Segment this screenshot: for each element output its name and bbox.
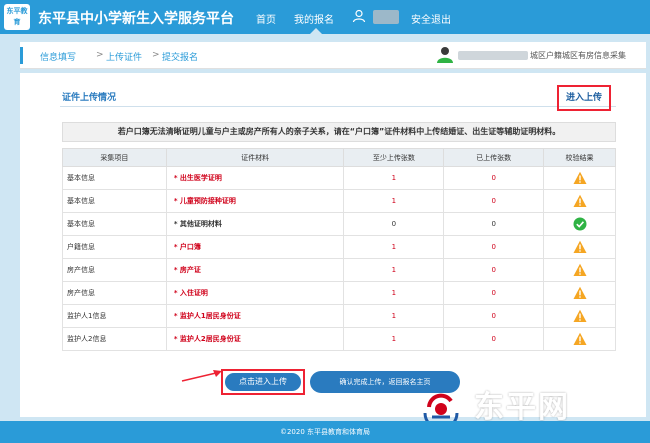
row-min-count: 1 <box>343 327 445 351</box>
row-min-count: 1 <box>343 166 445 190</box>
row-material: * 入住证明 <box>165 281 345 305</box>
nav-home[interactable]: 首页 <box>256 11 276 26</box>
column-header: 至少上传张数 <box>343 148 445 167</box>
row-material: * 户口簿 <box>165 235 345 259</box>
row-status <box>543 166 616 190</box>
main-panel: 证件上传情况 进入上传 若户口簿无法清晰证明儿童与户主或房产所有人的亲子关系，请… <box>20 73 646 417</box>
avatar-icon <box>437 47 453 63</box>
table-body: 基本信息 * 出生医学证明 1 0 基本信息 * 儿童预防接种证明 1 0 基本信息 * 其他证明… <box>62 166 616 351</box>
row-material: * 监护人2居民身份证 <box>165 327 345 351</box>
row-uploaded-count: 0 <box>443 189 545 213</box>
column-header: 采集项目 <box>62 148 167 167</box>
row-category: 监护人2信息 <box>62 327 167 351</box>
warning-icon <box>573 194 587 207</box>
row-status <box>543 281 616 305</box>
column-header: 已上传张数 <box>443 148 545 167</box>
row-status <box>543 212 616 236</box>
document-table: 采集项目 证件材料 至少上传张数 已上传张数 校验结果 基本信息 * 出生医学证明… <box>62 148 616 351</box>
warning-icon <box>573 286 587 299</box>
table-row: 基本信息 * 儿童预防接种证明 1 0 <box>62 189 616 213</box>
warning-icon <box>573 263 587 276</box>
row-uploaded-count: 0 <box>443 327 545 351</box>
row-material: * 其他证明材料 <box>165 212 345 236</box>
warning-icon <box>573 332 587 345</box>
breadcrumb-step-upload[interactable]: 上传证件 <box>106 50 142 63</box>
breadcrumb-separator: > <box>96 50 104 60</box>
row-material: * 儿童预防接种证明 <box>165 189 345 213</box>
row-uploaded-count: 0 <box>443 166 545 190</box>
row-min-count: 0 <box>343 212 445 236</box>
warning-icon <box>573 171 587 184</box>
breadcrumb-step-submit[interactable]: 提交报名 <box>162 50 198 63</box>
click-to-upload-button[interactable]: 点击进入上传 <box>225 373 301 391</box>
table-row: 基本信息 * 其他证明材料 0 0 <box>62 212 616 236</box>
column-header: 证件材料 <box>165 148 345 167</box>
breadcrumb-step-info[interactable]: 信息填写 <box>40 50 76 63</box>
section-divider <box>60 106 616 107</box>
row-category: 房产信息 <box>62 258 167 282</box>
warning-icon <box>573 309 587 322</box>
watermark-text: 东平网 <box>474 390 570 425</box>
row-category: 房产信息 <box>62 281 167 305</box>
breadcrumb-accent <box>20 47 23 64</box>
user-name-redacted <box>373 10 399 24</box>
footer: ©2020 东平县教育和体育局 <box>0 421 650 443</box>
table-row: 户籍信息 * 户口簿 1 0 <box>62 235 616 259</box>
warning-icon <box>573 240 587 253</box>
site-logo: 东平教育 <box>4 4 30 30</box>
row-min-count: 1 <box>343 235 445 259</box>
row-material: * 出生医学证明 <box>165 166 345 190</box>
active-nav-caret <box>310 28 322 34</box>
row-material: * 监护人1居民身份证 <box>165 304 345 328</box>
upload-button-highlight: 点击进入上传 <box>221 369 305 395</box>
row-uploaded-count: 0 <box>443 304 545 328</box>
row-uploaded-count: 0 <box>443 235 545 259</box>
row-status <box>543 304 616 328</box>
nav-my-registration[interactable]: 我的报名 <box>294 11 334 26</box>
row-status <box>543 235 616 259</box>
row-min-count: 1 <box>343 189 445 213</box>
logout-link[interactable]: 安全退出 <box>411 11 451 26</box>
row-status <box>543 258 616 282</box>
notice-banner: 若户口簿无法清晰证明儿童与户主或房产所有人的亲子关系，请在“户口簿”证件材料中上… <box>62 122 616 142</box>
row-uploaded-count: 0 <box>443 212 545 236</box>
check-icon <box>573 217 587 231</box>
site-title: 东平县中小学新生入学服务平台 <box>38 11 234 27</box>
table-row: 监护人1信息 * 监护人1居民身份证 1 0 <box>62 304 616 328</box>
breadcrumb: 信息填写 > 上传证件 > 提交报名 城区户籍城区有房信息采集 <box>20 42 646 69</box>
section-title: 证件上传情况 <box>62 93 117 103</box>
row-min-count: 1 <box>343 281 445 305</box>
registration-type: 城区户籍城区有房信息采集 <box>530 51 626 60</box>
table-row: 房产信息 * 房产证 1 0 <box>62 258 616 282</box>
row-min-count: 1 <box>343 304 445 328</box>
row-category: 基本信息 <box>62 212 167 236</box>
table-row: 监护人2信息 * 监护人2居民身份证 1 0 <box>62 327 616 351</box>
red-arrow-annotation <box>181 370 222 382</box>
row-uploaded-count: 0 <box>443 281 545 305</box>
row-material: * 房产证 <box>165 258 345 282</box>
enter-upload-link[interactable]: 进入上传 <box>557 85 611 111</box>
breadcrumb-separator: > <box>152 50 160 60</box>
user-icon <box>352 9 366 23</box>
top-bar: 东平教育 东平县中小学新生入学服务平台 首页 我的报名 安全退出 <box>0 0 650 34</box>
row-category: 基本信息 <box>62 166 167 190</box>
row-status <box>543 327 616 351</box>
table-row: 房产信息 * 入住证明 1 0 <box>62 281 616 305</box>
row-category: 户籍信息 <box>62 235 167 259</box>
row-category: 基本信息 <box>62 189 167 213</box>
row-min-count: 1 <box>343 258 445 282</box>
table-header-row: 采集项目 证件材料 至少上传张数 已上传张数 校验结果 <box>62 148 616 167</box>
table-row: 基本信息 * 出生医学证明 1 0 <box>62 166 616 190</box>
user-info-redacted <box>458 51 528 60</box>
row-status <box>543 189 616 213</box>
column-header: 校验结果 <box>543 148 616 167</box>
row-category: 监护人1信息 <box>62 304 167 328</box>
row-uploaded-count: 0 <box>443 258 545 282</box>
